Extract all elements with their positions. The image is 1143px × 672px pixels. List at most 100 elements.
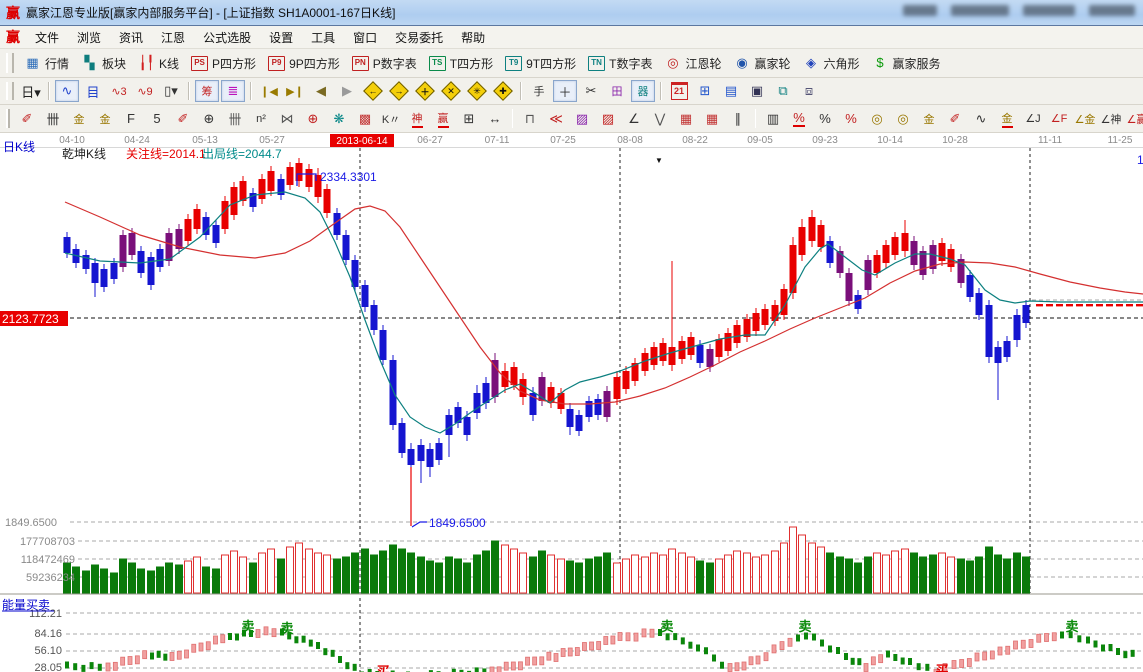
ruler-grid-tool[interactable]: ⊞ [457, 108, 481, 130]
hexagon-button[interactable]: ◈六角形 [797, 52, 866, 75]
purple-fan-box-tool[interactable]: ▨ [570, 108, 594, 130]
j-angle-tool[interactable]: ∠J [1021, 108, 1045, 130]
gann-wheel-button[interactable]: ◎江恩轮 [658, 52, 727, 75]
compass-tool[interactable]: ⊕ [301, 108, 325, 130]
print-button[interactable]: ⧈ [797, 80, 821, 102]
grid-box-tool-2[interactable]: ▦ [700, 108, 724, 130]
chip-distribution-toggle[interactable]: 筹 [195, 80, 219, 102]
gann-compress-button[interactable]: ✕ [439, 80, 463, 102]
track-pen-tool[interactable]: ✐ [943, 108, 967, 130]
gold-underline-tool[interactable]: 金 [995, 108, 1019, 130]
period-selector[interactable]: 日▾ [19, 80, 43, 102]
ray-fan-tool[interactable]: ≪ [544, 108, 568, 130]
gold-circle-tool-2[interactable]: ◎ [891, 108, 915, 130]
wave-9-button[interactable]: ∿9 [133, 80, 157, 102]
info-list-button[interactable]: 目 [81, 80, 105, 102]
pattern-tool[interactable]: 器 [631, 80, 655, 102]
menu-item-2[interactable]: 资讯 [110, 27, 152, 48]
candle-style-selector[interactable]: ▯▾ [159, 80, 183, 102]
percent-mark-tool[interactable]: % [839, 108, 863, 130]
pan-hand-tool[interactable]: 手 [527, 80, 551, 102]
menu-item-1[interactable]: 浏览 [68, 27, 110, 48]
gann-grid-tool[interactable]: 田 [605, 80, 629, 102]
gold-circle-tool-1[interactable]: ◎ [865, 108, 889, 130]
9t-square-button[interactable]: T99T四方形 [499, 52, 582, 75]
menu-item-3[interactable]: 江恩 [152, 27, 194, 48]
calendar-button[interactable]: 21 [667, 80, 691, 102]
t-square-button[interactable]: TST四方形 [423, 52, 499, 75]
prev-bar-button[interactable]: ◀ [309, 80, 333, 102]
red-fan-box-tool[interactable]: ▨ [596, 108, 620, 130]
first-bar-button[interactable]: ❙◀ [257, 80, 281, 102]
t-number-table-button[interactable]: TNT数字表 [582, 52, 658, 75]
percent-line-tool[interactable]: % [787, 108, 811, 130]
save-button[interactable]: ▣ [745, 80, 769, 102]
h-measure-tool[interactable]: ↔ [483, 108, 507, 130]
cut-line-tool[interactable]: ✂ [579, 80, 603, 102]
menu-item-0[interactable]: 文件 [26, 27, 68, 48]
f-angle-tool[interactable]: ∠F [1047, 108, 1071, 130]
gann-expand-button[interactable]: ＋ [413, 80, 437, 102]
shen-angle-tool[interactable]: ∠神 [1099, 108, 1123, 130]
titlebar[interactable]: 赢 赢家江恩专业版[赢家内部服务平台] - [上证指数 SH1A0001-167… [0, 0, 1143, 26]
p-square-button[interactable]: PSP四方形 [185, 52, 262, 75]
menu-item-4[interactable]: 公式选股 [194, 27, 260, 48]
sectors-button[interactable]: ▚板块 [75, 52, 132, 75]
calculator-button[interactable]: ⊞ [693, 80, 717, 102]
toolbar-grip[interactable] [6, 82, 14, 100]
menu-item-6[interactable]: 工具 [302, 27, 344, 48]
kline-chart[interactable]: 04-1004-2405-1305-2706-2707-1107-2508-08… [0, 133, 1143, 672]
star-web-tool[interactable]: ❋ [327, 108, 351, 130]
parallel-lines-tool[interactable]: ∥ [726, 108, 750, 130]
toolbar-grip[interactable] [6, 109, 10, 128]
percent-tool[interactable]: % [813, 108, 837, 130]
v-lines-tool[interactable]: ⋁ [648, 108, 672, 130]
gold-lines-tool[interactable]: 金 [917, 108, 941, 130]
gold-angle-tool[interactable]: ∠金 [1073, 108, 1097, 130]
screen-capture-button[interactable]: ⧉ [771, 80, 795, 102]
win-tool[interactable]: 赢 [431, 108, 455, 130]
draw-pen-tool[interactable]: ✐ [15, 108, 39, 130]
toolbar-grip[interactable] [6, 53, 14, 73]
trend-wave-toggle[interactable]: ∿ [55, 80, 79, 102]
wave-3-button[interactable]: ∿3 [107, 80, 131, 102]
next-bar-button[interactable]: ▶ [335, 80, 359, 102]
percent-bars-tool[interactable]: ▥ [761, 108, 785, 130]
p-number-table-button[interactable]: PNP数字表 [346, 52, 423, 75]
gann-circle-tool[interactable]: ⊕ [197, 108, 221, 130]
menu-item-5[interactable]: 设置 [260, 27, 302, 48]
9p-square-button[interactable]: P99P四方形 [262, 52, 346, 75]
wave-pair-tool[interactable]: ∿ [969, 108, 993, 130]
last-bar-button[interactable]: ▶❙ [283, 80, 307, 102]
menu-item-8[interactable]: 交易委托 [386, 27, 452, 48]
gold-scale-tool-1[interactable]: 金 [67, 108, 91, 130]
winner-service-button[interactable]: $赢家服务 [866, 52, 947, 75]
chart-area[interactable]: 04-1004-2405-1305-2706-2707-1107-2508-08… [0, 133, 1143, 672]
shen-tool[interactable]: 神 [405, 108, 429, 130]
square-numbers-tool[interactable]: n² [249, 108, 273, 130]
fib-scale-tool[interactable]: F [119, 108, 143, 130]
winner-wheel-button[interactable]: ◉赢家轮 [727, 52, 796, 75]
mirror-angle-tool[interactable]: ⋈ [275, 108, 299, 130]
gann-cross-button[interactable]: ✚ [491, 80, 515, 102]
volume-profile-toggle[interactable]: ≣ [221, 80, 245, 102]
menu-item-7[interactable]: 窗口 [344, 27, 386, 48]
price-scale-tool[interactable]: 卌 [41, 108, 65, 130]
gann-star-button[interactable]: ✳ [465, 80, 489, 102]
menu-item-9[interactable]: 帮助 [452, 27, 494, 48]
k-second-tool[interactable]: K〃 [379, 108, 403, 130]
win-angle-tool[interactable]: ∠赢 [1125, 108, 1143, 130]
gann-shift-right-button[interactable]: → [387, 80, 411, 102]
grid-box-tool-1[interactable]: ▦ [674, 108, 698, 130]
gann-shift-left-button[interactable]: ← [361, 80, 385, 102]
market-quotes-button[interactable]: ▦行情 [18, 52, 75, 75]
spider-web-tool[interactable]: ▩ [353, 108, 377, 130]
notes-button[interactable]: ▤ [719, 80, 743, 102]
crosshair-tool[interactable]: ＋ [553, 80, 577, 102]
brush-tool[interactable]: ✐ [171, 108, 195, 130]
five-scale-tool[interactable]: 5 [145, 108, 169, 130]
plain-scale-tool[interactable]: 卌 [223, 108, 247, 130]
kline-button[interactable]: ╽╿K线 [132, 52, 185, 75]
angle-lines-tool[interactable]: ∠ [622, 108, 646, 130]
box-tool[interactable]: ⊓ [518, 108, 542, 130]
